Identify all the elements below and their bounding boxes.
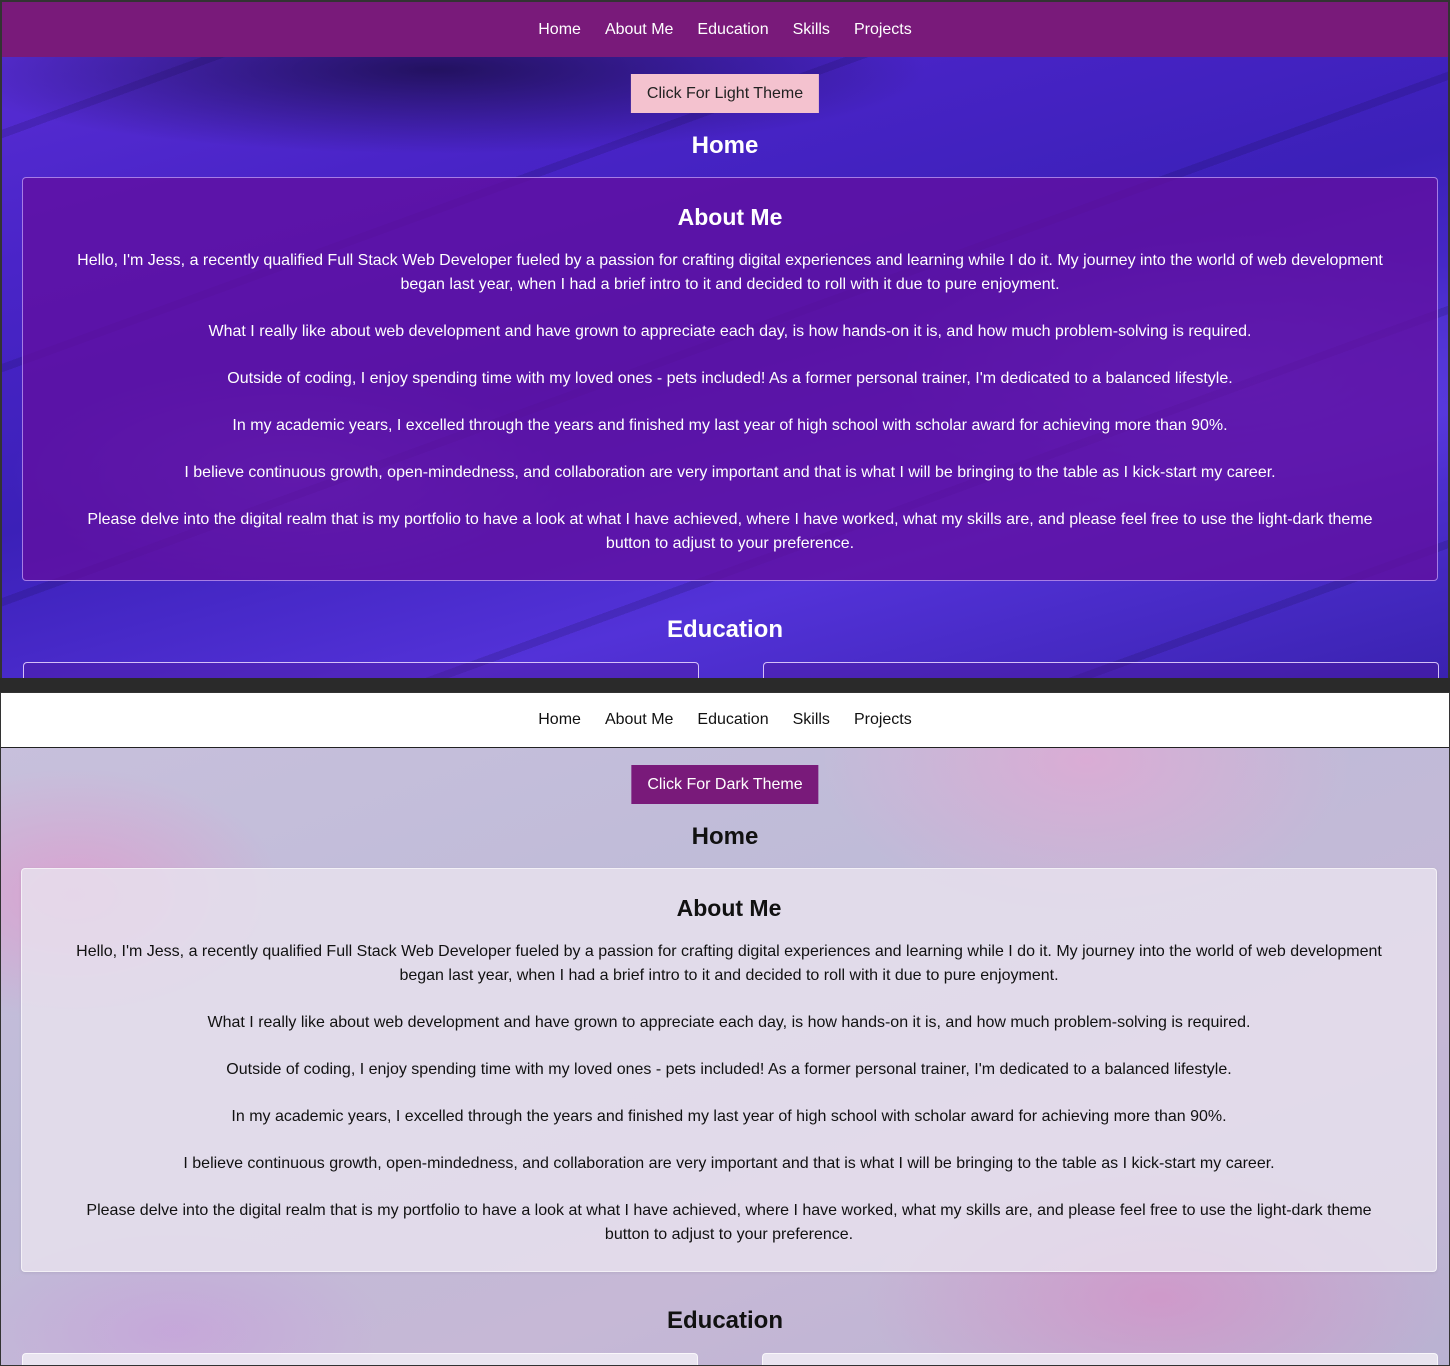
navbar: Home About Me Education Skills Projects [1, 693, 1449, 748]
about-paragraph: Hello, I'm Jess, a recently qualified Fu… [76, 943, 1382, 984]
education-heading: Education [666, 616, 783, 643]
theme-toggle-button[interactable]: Click For Dark Theme [631, 765, 819, 804]
about-paragraph: I believe continuous growth, open-minded… [183, 1155, 1275, 1172]
about-paragraph: Outside of coding, I enjoy spending time… [227, 370, 1233, 387]
dark-theme-view: Home About Me Education Skills Projects … [0, 0, 1450, 678]
education-card [22, 1353, 698, 1365]
about-paragraph: Hello, I'm Jess, a recently qualified Fu… [77, 252, 1383, 293]
navbar: Home About Me Education Skills Projects [2, 2, 1448, 57]
light-theme-view: Home About Me Education Skills Projects … [0, 692, 1450, 1366]
education-card [23, 662, 699, 678]
about-paragraph: In my academic years, I excelled through… [231, 1108, 1227, 1125]
nav-link-projects[interactable]: Projects [854, 21, 912, 39]
about-paragraph: What I really like about web development… [207, 1014, 1251, 1031]
about-paragraph: Outside of coding, I enjoy spending time… [226, 1061, 1232, 1078]
education-card [763, 662, 1439, 678]
nav-link-skills[interactable]: Skills [793, 711, 830, 729]
nav-link-education[interactable]: Education [697, 21, 768, 39]
nav-link-skills[interactable]: Skills [793, 21, 830, 39]
about-paragraph: Please delve into the digital realm that… [87, 511, 1373, 552]
about-paragraph: I believe continuous growth, open-minded… [184, 464, 1276, 481]
education-card [762, 1353, 1438, 1365]
theme-toggle-button[interactable]: Click For Light Theme [630, 74, 820, 113]
about-me-heading: About Me [676, 895, 782, 921]
nav-link-education[interactable]: Education [697, 711, 768, 729]
education-heading: Education [666, 1307, 783, 1334]
nav-link-about-me[interactable]: About Me [605, 711, 673, 729]
about-paragraph: In my academic years, I excelled through… [232, 417, 1228, 434]
nav-link-home[interactable]: Home [538, 21, 581, 39]
nav-link-about-me[interactable]: About Me [605, 21, 673, 39]
nav-link-home[interactable]: Home [538, 711, 581, 729]
about-me-heading: About Me [677, 204, 783, 230]
about-paragraph: What I really like about web development… [208, 323, 1252, 340]
home-heading: Home [691, 823, 759, 850]
nav-link-projects[interactable]: Projects [854, 711, 912, 729]
about-me-card: About Me Hello, I'm Jess, a recently qua… [22, 177, 1438, 581]
about-me-card: About Me Hello, I'm Jess, a recently qua… [21, 868, 1437, 1272]
home-heading: Home [691, 132, 759, 159]
about-paragraph: Please delve into the digital realm that… [86, 1202, 1372, 1243]
